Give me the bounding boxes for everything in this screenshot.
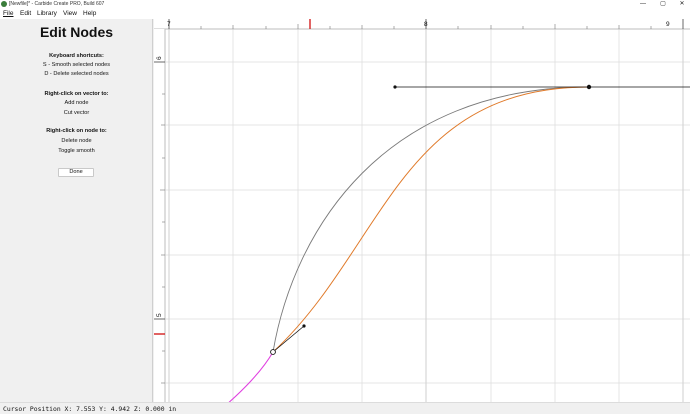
vector-cut-text: Cut vector xyxy=(63,110,90,116)
menu-view[interactable]: View xyxy=(63,9,77,19)
vector-heading: Right-click on vector to: xyxy=(44,91,109,97)
node-delete-text: Delete node xyxy=(61,138,92,144)
done-button[interactable]: Done xyxy=(58,168,94,177)
horizontal-ruler: 7 8 9 xyxy=(154,19,690,30)
edit-nodes-panel: Edit Nodes Keyboard shortcuts: S - Smoot… xyxy=(0,19,153,402)
maximize-button[interactable]: ▢ xyxy=(656,0,670,9)
menu-bar: File Edit Library View Help xyxy=(0,9,690,19)
ruler-y-label: 5 xyxy=(156,313,163,317)
menu-help[interactable]: Help xyxy=(83,9,96,19)
canvas-drawing[interactable]: 7 8 9 6 5 xyxy=(154,19,690,402)
control-handle-point[interactable] xyxy=(393,85,397,89)
window-title: [Newfile]* - Carbide Create PRO, Build 6… xyxy=(9,1,105,7)
vertical-ruler: 6 5 xyxy=(154,29,166,402)
shortcuts-heading: Keyboard shortcuts: xyxy=(49,53,104,59)
major-grid-lines xyxy=(168,29,684,402)
menu-edit[interactable]: Edit xyxy=(20,9,31,19)
grid-lines xyxy=(165,29,690,402)
cursor-position-text: Cursor Position X: 7.553 Y: 4.942 Z: 0.0… xyxy=(3,405,177,413)
status-bar: Cursor Position X: 7.553 Y: 4.942 Z: 0.0… xyxy=(0,402,690,414)
minimize-button[interactable]: — xyxy=(636,0,650,9)
node-toggle-text: Toggle smooth xyxy=(58,148,95,154)
vector-add-node-text: Add node xyxy=(64,100,89,106)
control-handle-point[interactable] xyxy=(302,324,306,328)
ruler-x-label: 8 xyxy=(424,21,428,28)
shortcut-delete-text: D - Delete selected nodes xyxy=(44,71,109,77)
menu-file[interactable]: File xyxy=(3,9,13,19)
carbide-logo-icon xyxy=(1,1,7,7)
title-bar: [Newfile]* - Carbide Create PRO, Build 6… xyxy=(0,0,690,9)
app-window: [Newfile]* - Carbide Create PRO, Build 6… xyxy=(0,0,690,414)
ruler-x-label: 9 xyxy=(666,21,670,28)
original-curve xyxy=(272,86,590,353)
shortcut-smooth-text: S - Smooth selected nodes xyxy=(42,62,111,68)
design-canvas[interactable]: 7 8 9 6 5 xyxy=(154,19,690,402)
end-node[interactable] xyxy=(586,84,592,90)
ruler-y-label: 6 xyxy=(156,56,163,60)
close-button[interactable]: ✕ xyxy=(675,0,689,9)
ruler-x-label: 7 xyxy=(167,21,171,28)
menu-library[interactable]: Library xyxy=(37,9,57,19)
start-node[interactable] xyxy=(270,349,276,355)
edited-curve[interactable] xyxy=(272,86,590,353)
node-heading: Right-click on node to: xyxy=(46,128,107,134)
panel-title: Edit Nodes xyxy=(39,24,114,40)
